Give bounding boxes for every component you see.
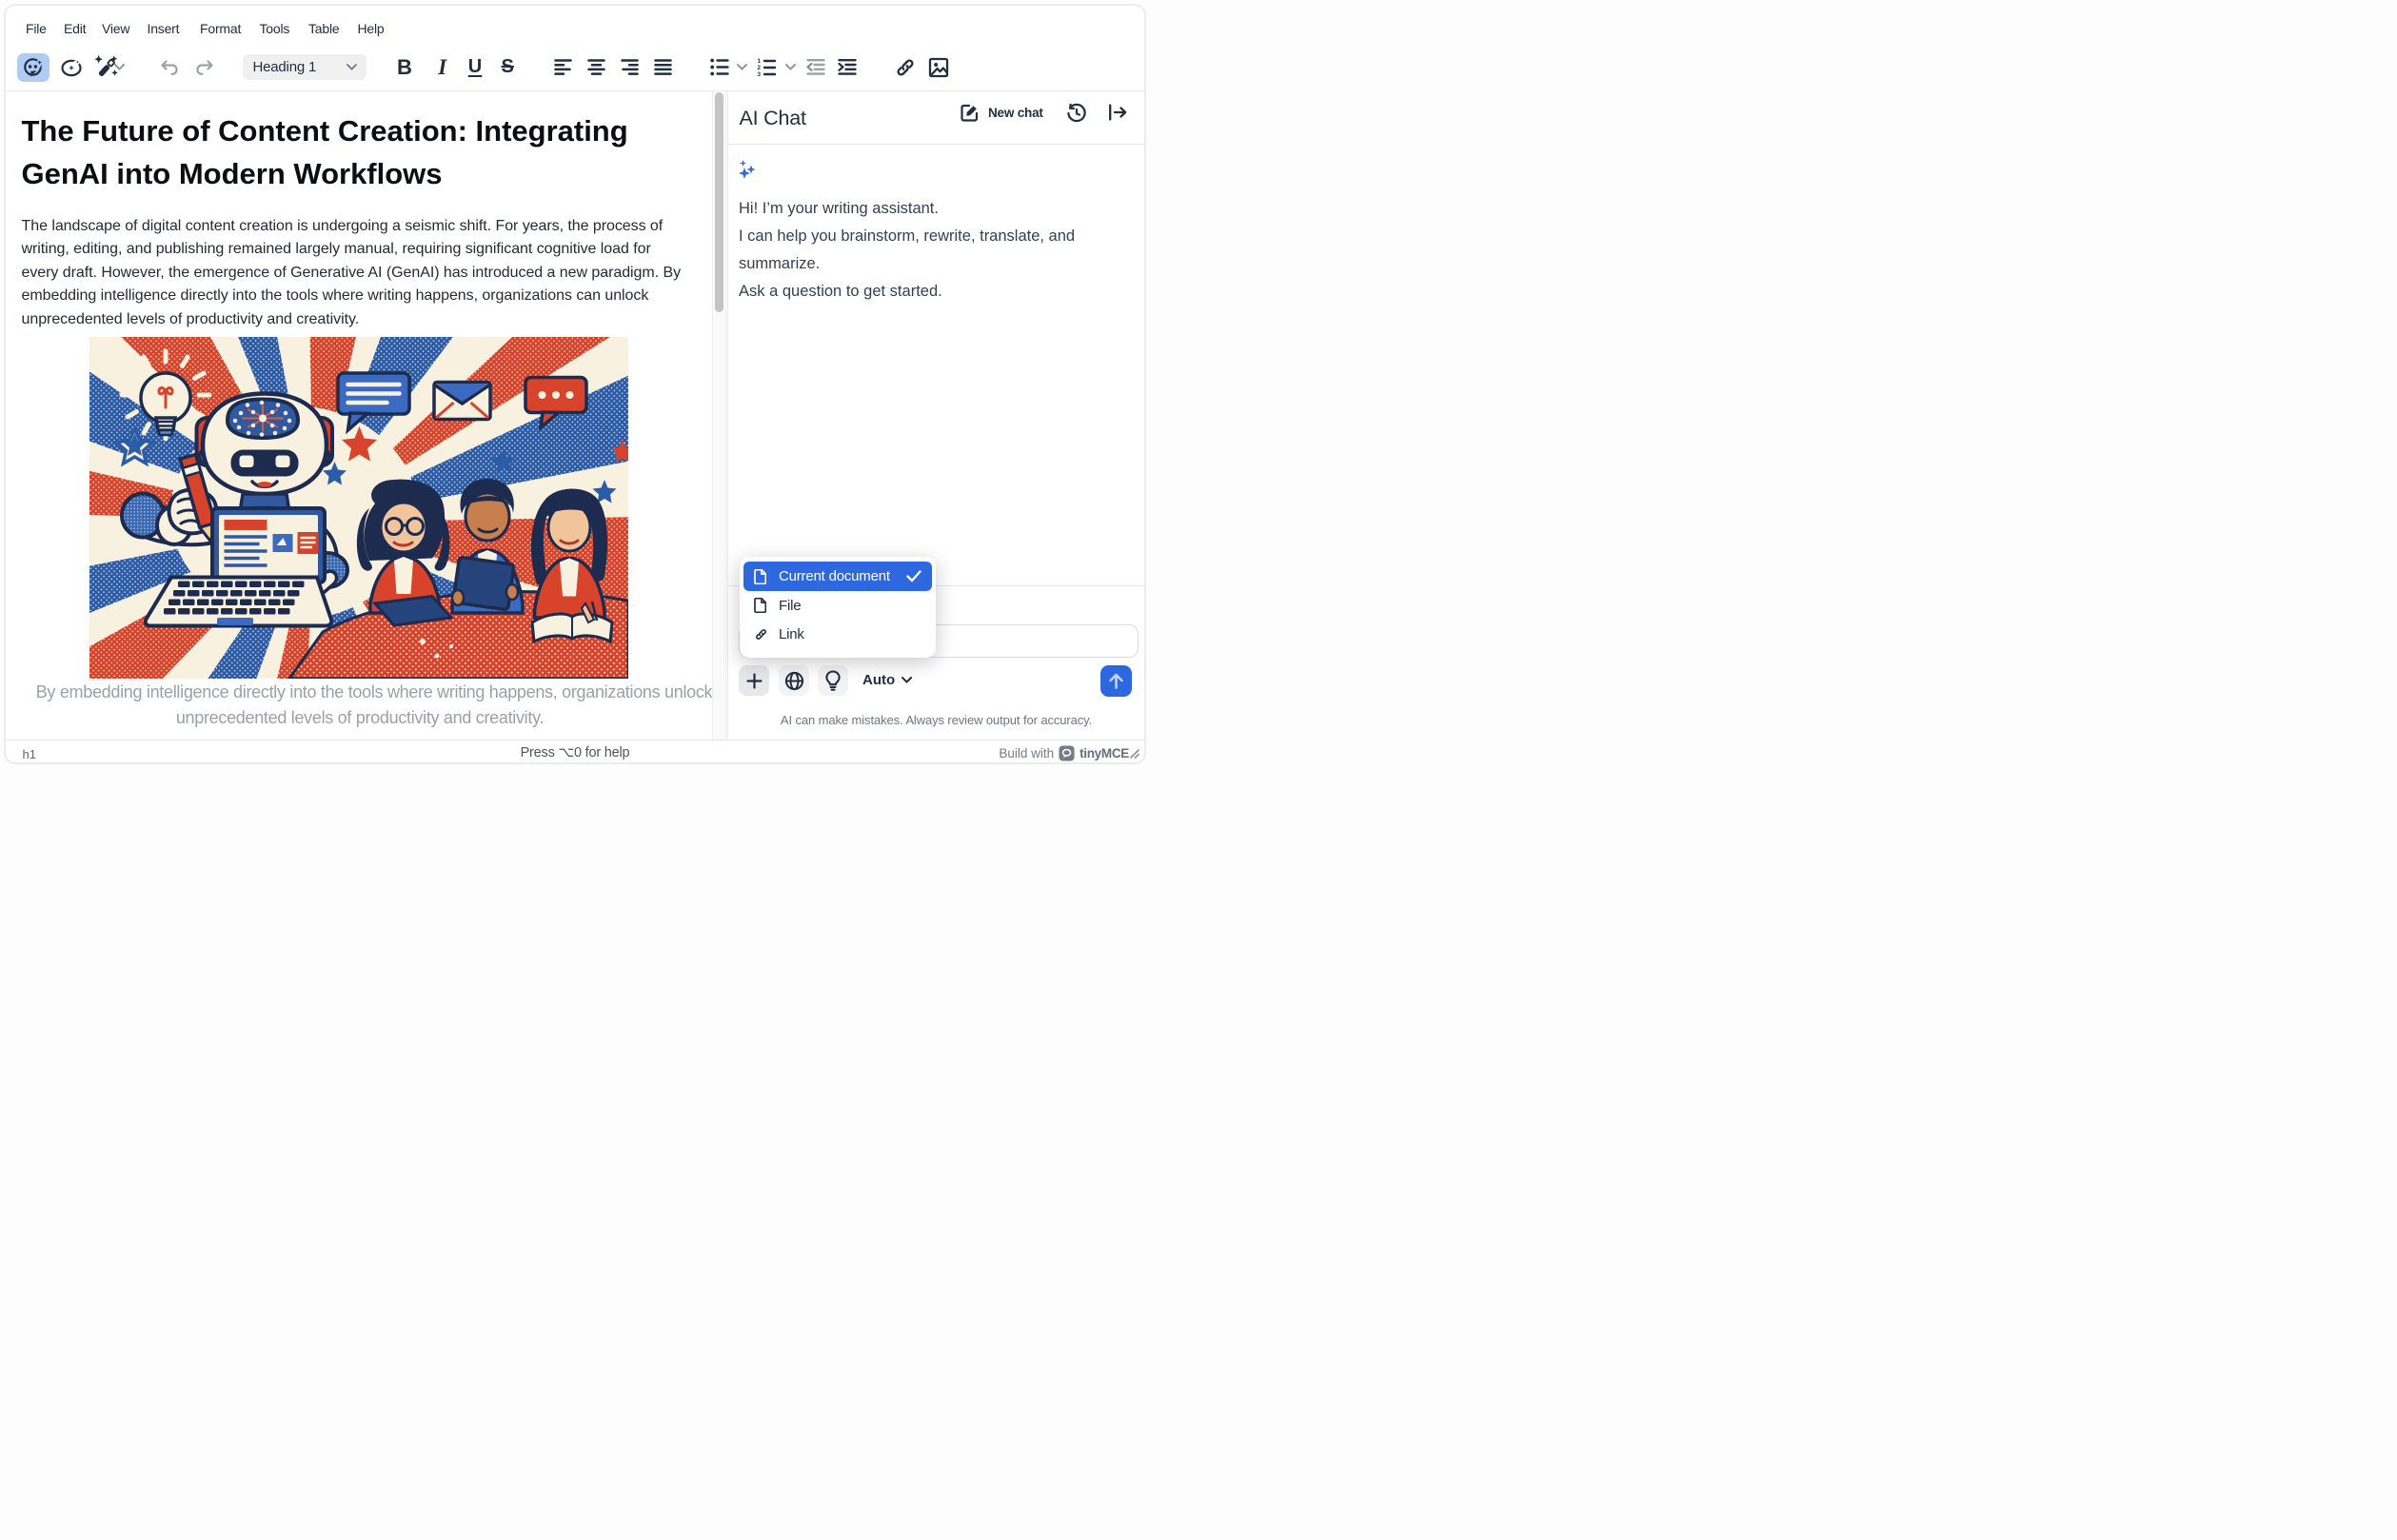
svg-text:2: 2 bbox=[758, 65, 762, 71]
svg-text:3: 3 bbox=[758, 71, 762, 77]
svg-text:1: 1 bbox=[758, 58, 762, 65]
